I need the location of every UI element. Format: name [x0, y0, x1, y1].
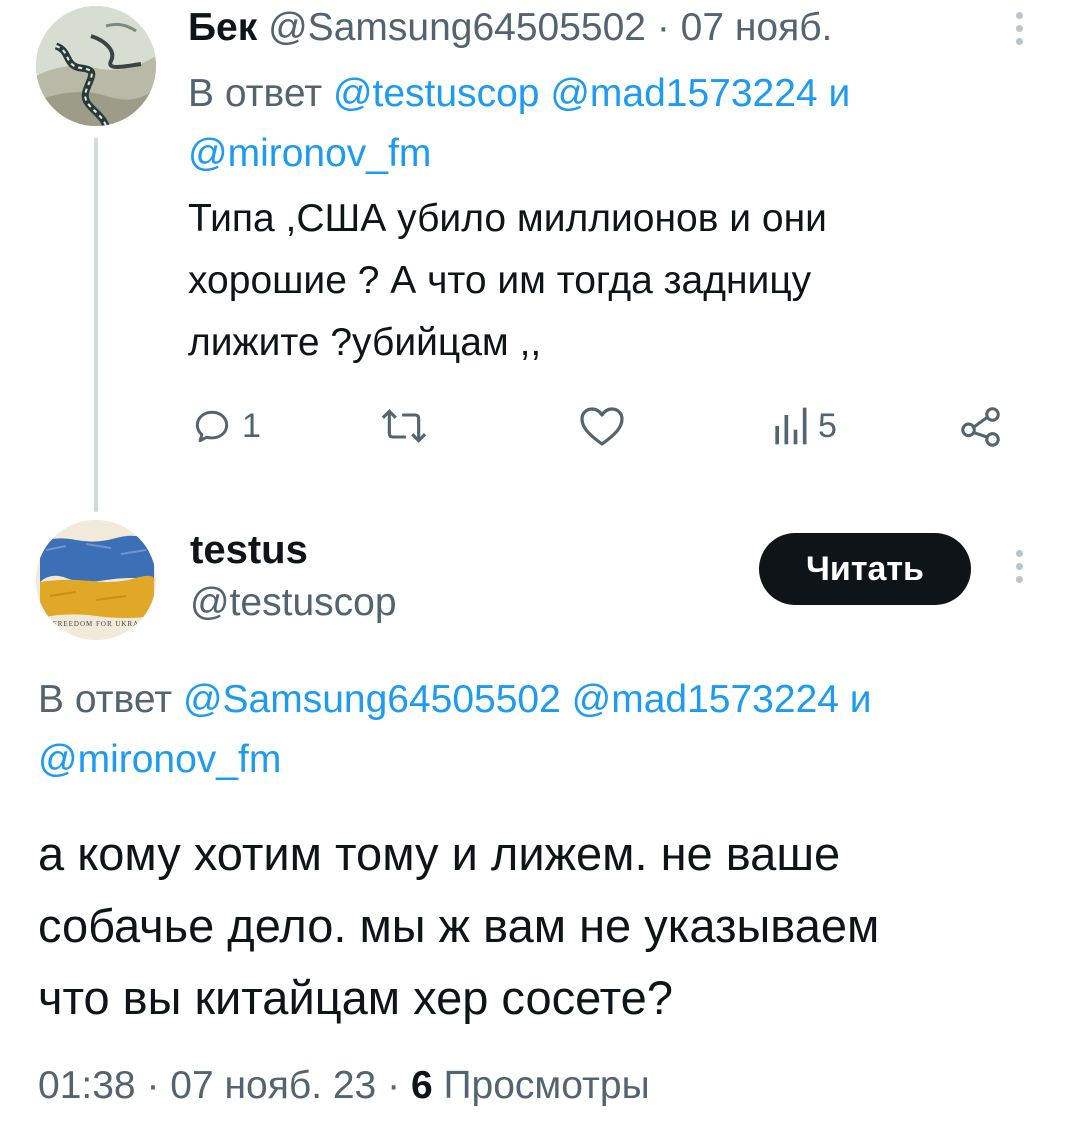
more-options-icon[interactable] [1014, 12, 1024, 45]
tweet2-author-handle[interactable]: @testuscop [190, 578, 397, 628]
tweet2-text-line: собачье дело. мы ж вам не указываем [38, 899, 880, 952]
retweet-button[interactable] [378, 400, 430, 452]
tweet2-views-label[interactable]: Просмотры [443, 1064, 649, 1107]
mention-link[interactable]: @mironov_fm [38, 738, 281, 781]
tweet2-author-name[interactable]: testus [190, 524, 308, 576]
heart-icon [580, 407, 624, 446]
reply-button[interactable]: 1 [190, 400, 261, 452]
follow-button[interactable]: Читать [759, 533, 971, 605]
tweet2-date[interactable]: 07 нояб. 23 [170, 1064, 376, 1107]
mention-link[interactable]: @testuscop [333, 72, 540, 115]
views-button[interactable]: 5 [770, 400, 837, 452]
tweet2-text-line: что вы китайцам хер сосете? [38, 971, 673, 1024]
mention-link[interactable]: @Samsung64505502 [183, 678, 561, 721]
analytics-icon [775, 407, 807, 445]
tweet1-author-name[interactable]: Бек [188, 6, 257, 49]
reply-prefix: В ответ [38, 678, 173, 721]
share-button[interactable] [958, 400, 1004, 452]
tweet2-meta: 01:38 · 07 нояб. 23 · 6 Просмотры [38, 1060, 650, 1112]
tweet1-separator: · [656, 6, 670, 49]
retweet-icon [381, 409, 427, 443]
share-icon [961, 407, 1000, 447]
tweet1-date[interactable]: 07 нояб. [681, 6, 833, 49]
reply-and: и [828, 72, 851, 115]
mention-link[interactable]: @mad1573224 [572, 678, 839, 721]
tweet1-text: Типа ,США убило миллионов и они хорошие … [188, 188, 988, 374]
tweet2-text-line: а кому хотим тому и лижем. не ваше [38, 827, 841, 880]
road-landscape-avatar-icon [36, 6, 156, 126]
like-button[interactable] [578, 400, 626, 452]
avatar[interactable]: FREEDOM FOR UKRA [36, 520, 156, 640]
reply-and: и [849, 678, 872, 721]
reply-icon [195, 410, 229, 443]
tweet1-text-line: Типа ,США убило миллионов и они [188, 197, 827, 240]
tweet1-reply-context: В ответ @testuscop @mad1573224 и @mirono… [188, 64, 1008, 184]
tweet2-reply-context: В ответ @Samsung64505502 @mad1573224 и @… [38, 670, 1048, 790]
reply-count: 1 [242, 406, 261, 445]
tweet1-header: Бек @Samsung64505502 · 07 нояб. [188, 4, 832, 52]
views-count: 5 [818, 406, 837, 445]
tweet2-text: а кому хотим тому и лижем. не ваше собач… [38, 818, 1048, 1034]
meta-separator: · [146, 1064, 160, 1107]
more-options-icon[interactable] [1014, 550, 1024, 583]
tweet1-text-line: лижите ?убийцам ,, [188, 321, 542, 364]
mention-link[interactable]: @mironov_fm [188, 132, 431, 175]
tweet1-text-line: хорошие ? А что им тогда задницу [188, 259, 812, 302]
tweet1-author-handle[interactable]: @Samsung64505502 [268, 6, 646, 49]
avatar-caption: FREEDOM FOR UKRA [52, 620, 140, 628]
tweet2-views-count: 6 [410, 1064, 433, 1107]
mention-link[interactable]: @mad1573224 [550, 72, 817, 115]
meta-separator: · [387, 1064, 401, 1107]
reply-prefix: В ответ [188, 72, 323, 115]
tweet2-time[interactable]: 01:38 [38, 1064, 136, 1107]
thread-line [94, 138, 98, 512]
avatar[interactable] [36, 6, 156, 126]
